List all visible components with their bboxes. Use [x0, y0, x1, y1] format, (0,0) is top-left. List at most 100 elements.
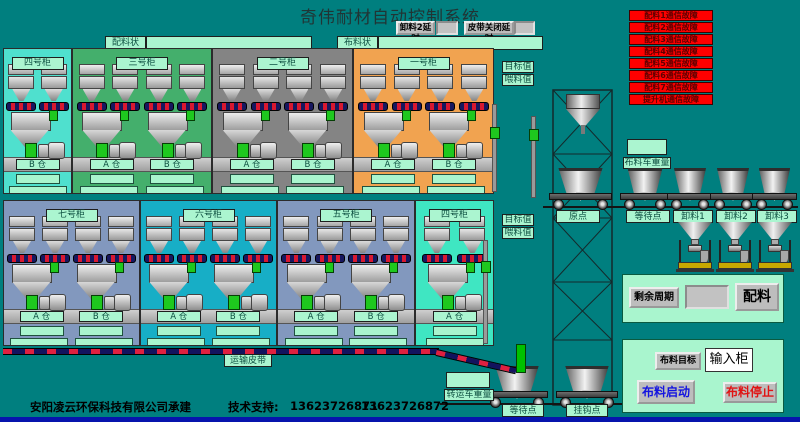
hopper-valve [302, 143, 314, 158]
transfer-cart-1 [556, 366, 618, 408]
cabinet-row-top: 四号柜B 仓三号柜A 仓B 仓二号柜A 仓B 仓一号柜A 仓B 仓 [3, 48, 494, 194]
hopper-motor [260, 142, 277, 159]
hopper-motor [186, 294, 203, 311]
discharge-funnel [756, 222, 794, 272]
weigh-hopper [80, 112, 138, 157]
feed-hopper [177, 64, 207, 112]
hopper-valve [163, 295, 175, 310]
hopper-valve [96, 143, 108, 158]
feed-hopper [358, 64, 388, 112]
value-display [20, 326, 64, 336]
bin-conveyor: A 仓B 仓 [4, 309, 139, 324]
value-display [362, 186, 420, 194]
dist-target-button[interactable]: 布料目标 [655, 352, 701, 370]
weigh-hopper [75, 264, 133, 309]
feed-hopper [284, 64, 314, 112]
pipe-valve [481, 261, 491, 273]
pipe [492, 104, 497, 192]
cart-point-2 [667, 168, 713, 210]
value-display [371, 174, 415, 184]
feed-hopper [177, 216, 207, 264]
support-phone-2: 13623726872 [361, 399, 449, 413]
hopper-motor [401, 142, 418, 159]
transport-belt [3, 348, 439, 355]
hopper-motor [325, 142, 342, 159]
value-display [212, 338, 270, 346]
value-display [90, 174, 134, 184]
remaining-cycle-value[interactable] [685, 285, 729, 309]
transport-belt-label: 运输皮带 [224, 354, 272, 367]
value-display [291, 174, 335, 184]
cabinet-label: 五号柜 [320, 209, 372, 222]
dist-stop-button[interactable]: 布料停止 [723, 382, 777, 403]
cart-point-0 [549, 168, 612, 210]
pipe-valve [529, 129, 539, 141]
bin-conveyor: A 仓B 仓 [141, 309, 276, 324]
weigh-hopper [285, 264, 343, 309]
bin-label: A 仓 [371, 159, 415, 170]
bin-label: B 仓 [150, 159, 194, 170]
value-display [146, 186, 204, 194]
transfer-car-weight-field[interactable] [446, 372, 490, 388]
weigh-hopper [10, 264, 68, 309]
dist-car-weight-field[interactable] [627, 139, 667, 155]
feed-hopper [281, 216, 311, 264]
company-credit: 安阳凌云环保科技有限公司承建 [30, 399, 191, 415]
value-display [10, 338, 68, 346]
feed-hopper [243, 216, 273, 264]
value-display [294, 326, 338, 336]
alarm-item: 提升机通信故障 [629, 94, 713, 105]
belt-close-delay-value[interactable] [514, 21, 535, 35]
weigh-hopper [221, 112, 279, 157]
cart-point-0-label: 原点 [556, 210, 600, 223]
hopper-valve [91, 295, 103, 310]
alarm-item: 配料4通信故障 [629, 46, 713, 57]
cabinet-label: 二号柜 [257, 57, 309, 70]
bin-conveyor: A 仓B 仓 [278, 309, 414, 324]
unload-delay-button[interactable]: 卸料2延时 [396, 21, 435, 35]
hopper-valve [365, 295, 377, 310]
hopper-valve [443, 143, 455, 158]
dist-start-button[interactable]: 布料启动 [637, 380, 695, 404]
cabinet-二号柜: 二号柜A 仓B 仓 [212, 48, 353, 194]
feed-hopper [422, 216, 452, 264]
cabinet-label: 六号柜 [183, 209, 235, 222]
value-display [79, 326, 123, 336]
batch-button[interactable]: 配料 [735, 283, 779, 311]
feed-hopper [144, 64, 174, 112]
alarm-item: 配料2通信故障 [629, 22, 713, 33]
cabinet-label: 七号柜 [46, 209, 98, 222]
hopper-valve [301, 295, 313, 310]
cabinet-七号柜: 七号柜 A 仓B 仓 [3, 200, 140, 346]
feed-hopper [40, 216, 70, 264]
bin-conveyor: B 仓 [4, 157, 71, 172]
feed-hopper [210, 216, 240, 264]
cabinet-四号柜: 四号柜 B 仓 [3, 48, 72, 194]
feed-value-label: 喂料值 [502, 74, 534, 86]
hopper-motor [324, 294, 341, 311]
value-display [75, 338, 133, 346]
bin-label: A 仓 [20, 311, 64, 322]
feed-hopper [73, 216, 103, 264]
hopper-valve [237, 143, 249, 158]
feed-hopper [144, 216, 174, 264]
hopper-motor [48, 142, 65, 159]
bin-label: A 仓 [157, 311, 201, 322]
bin-conveyor: A 仓B 仓 [354, 157, 493, 172]
feed-hopper [106, 216, 136, 264]
value-display [147, 338, 205, 346]
feed-hopper [381, 216, 411, 264]
alarm-item: 配料6通信故障 [629, 70, 713, 81]
cabinet-一号柜: 一号柜A 仓B 仓 [353, 48, 494, 194]
value-display [16, 174, 60, 184]
dist-target-input[interactable]: 输入柜 [705, 348, 753, 372]
remaining-cycle-button[interactable]: 剩余周期 [629, 287, 679, 308]
alarm-item: 配料7通信故障 [629, 82, 713, 93]
bin-label: B 仓 [216, 311, 260, 322]
belt-close-delay-button[interactable]: 皮带关闭延时 [464, 21, 514, 35]
weigh-hopper [147, 264, 205, 309]
hopper-motor [388, 294, 405, 311]
unload-delay-value[interactable] [436, 21, 458, 35]
bin-label: A 仓 [433, 311, 477, 322]
cabinet-label: 四号柜 [12, 57, 64, 70]
